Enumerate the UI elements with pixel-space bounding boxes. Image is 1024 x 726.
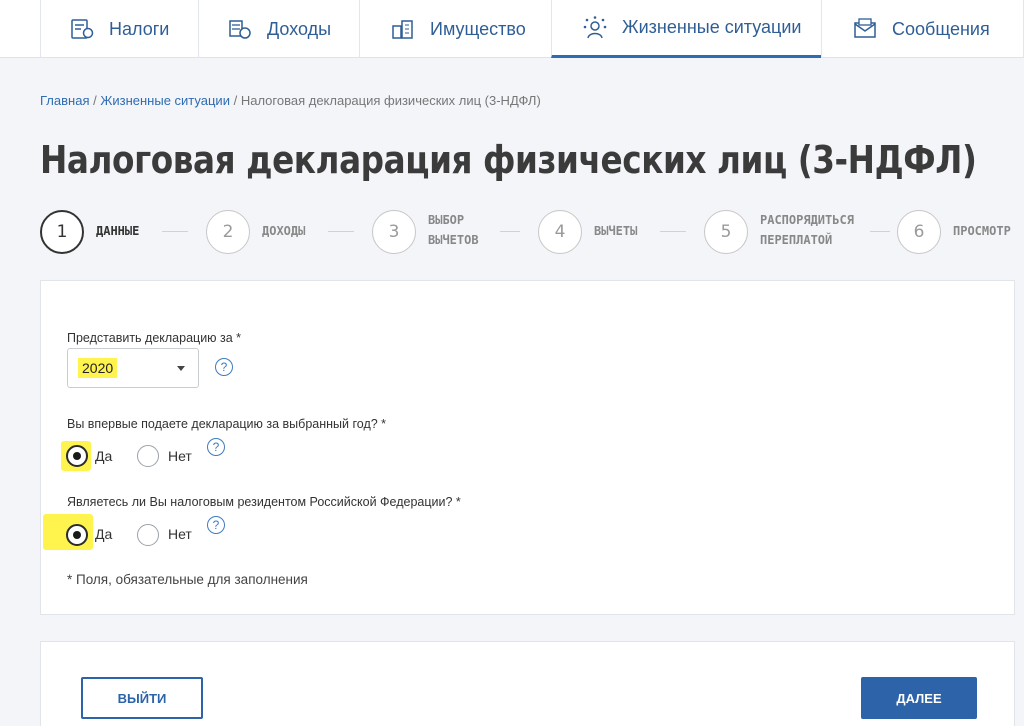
step-5-label-line2: ПЕРЕПЛАТОЙ	[760, 233, 833, 247]
resident-yes-radio[interactable]	[66, 524, 88, 546]
breadcrumb-home-link[interactable]: Главная	[40, 93, 89, 108]
breadcrumb-section-link[interactable]: Жизненные ситуации	[100, 93, 230, 108]
chevron-down-icon	[177, 366, 185, 371]
first-time-no-radio[interactable]	[137, 445, 159, 467]
step-connector	[660, 231, 686, 232]
required-fields-note: * Поля, обязательные для заполнения	[67, 572, 308, 587]
exit-button[interactable]: ВЫЙТИ	[81, 677, 203, 719]
person-situations-icon	[582, 15, 608, 41]
step-connector	[500, 231, 520, 232]
first-time-no-label[interactable]: Нет	[168, 448, 192, 464]
envelope-icon	[852, 16, 878, 42]
nav-tab-label: Жизненные ситуации	[622, 17, 802, 37]
page-title: Налоговая декларация физических лиц (3-Н…	[40, 138, 977, 182]
help-icon[interactable]: ?	[207, 516, 225, 534]
resident-no-radio[interactable]	[137, 524, 159, 546]
step-2-label: ДОХОДЫ	[262, 224, 306, 238]
step-2-circle[interactable]: 2	[206, 210, 250, 254]
coins-money-icon	[227, 16, 253, 42]
resident-no-label[interactable]: Нет	[168, 526, 192, 542]
help-icon[interactable]: ?	[207, 438, 225, 456]
top-navigation: Налоги Доходы Имущество Жизненные ситуац…	[0, 0, 1024, 58]
step-1-circle[interactable]: 1	[40, 210, 84, 254]
nav-tab-taxes[interactable]: Налоги	[40, 0, 198, 58]
year-field-label: Представить декларацию за *	[67, 331, 242, 345]
nav-tab-label: Имущество	[430, 18, 526, 39]
step-5-label-line1: РАСПОРЯДИТЬСЯ	[760, 213, 854, 227]
form-card: Представить декларацию за * 2020 ? Вы вп…	[40, 280, 1015, 615]
first-time-yes-label[interactable]: Да	[95, 448, 112, 464]
resident-question-label: Являетесь ли Вы налоговым резидентом Рос…	[67, 495, 461, 509]
nav-tab-label: Сообщения	[892, 18, 990, 39]
year-select-value: 2020	[78, 358, 118, 378]
breadcrumb: Главная / Жизненные ситуации / Налоговая…	[40, 93, 541, 108]
breadcrumb-current: Налоговая декларация физических лиц (3-Н…	[240, 93, 541, 108]
stepper: 1 ДАННЫЕ 2 ДОХОДЫ 3 ВЫБОР ВЫЧЕТОВ 4 ВЫЧЕ…	[40, 210, 1024, 254]
help-icon[interactable]: ?	[215, 358, 233, 376]
step-3-circle[interactable]: 3	[372, 210, 416, 254]
buildings-icon	[390, 16, 416, 42]
first-time-yes-radio[interactable]	[66, 445, 88, 467]
calculator-doc-icon	[69, 16, 95, 42]
step-6-circle[interactable]: 6	[897, 210, 941, 254]
nav-tab-messages[interactable]: Сообщения	[821, 0, 1024, 58]
actions-card: ВЫЙТИ ДАЛЕЕ	[40, 641, 1015, 726]
next-button[interactable]: ДАЛЕЕ	[861, 677, 977, 719]
step-3-label-line2: ВЫЧЕТОВ	[428, 233, 479, 247]
first-time-question-label: Вы впервые подаете декларацию за выбранн…	[67, 417, 387, 431]
step-3-label-line1: ВЫБОР	[428, 213, 465, 227]
step-connector	[162, 231, 188, 232]
step-connector	[870, 231, 890, 232]
nav-tab-label: Доходы	[267, 18, 332, 39]
nav-tab-life-situations[interactable]: Жизненные ситуации	[551, 0, 821, 58]
nav-tab-label: Налоги	[109, 18, 170, 39]
year-select[interactable]: 2020	[67, 348, 199, 388]
nav-tab-property[interactable]: Имущество	[359, 0, 551, 58]
resident-yes-label[interactable]: Да	[95, 526, 112, 542]
step-4-circle[interactable]: 4	[538, 210, 582, 254]
step-5-label: РАСПОРЯДИТЬСЯ ПЕРЕПЛАТОЙ	[760, 210, 854, 250]
nav-tab-income[interactable]: Доходы	[198, 0, 359, 58]
step-6-label: ПРОСМОТР	[953, 224, 1011, 238]
step-4-label: ВЫЧЕТЫ	[594, 224, 638, 238]
breadcrumb-separator: /	[233, 93, 238, 108]
breadcrumb-separator: /	[93, 93, 97, 108]
step-connector	[328, 231, 354, 232]
step-3-label: ВЫБОР ВЫЧЕТОВ	[428, 210, 479, 250]
step-1-label: ДАННЫЕ	[96, 224, 140, 238]
step-5-circle[interactable]: 5	[704, 210, 748, 254]
